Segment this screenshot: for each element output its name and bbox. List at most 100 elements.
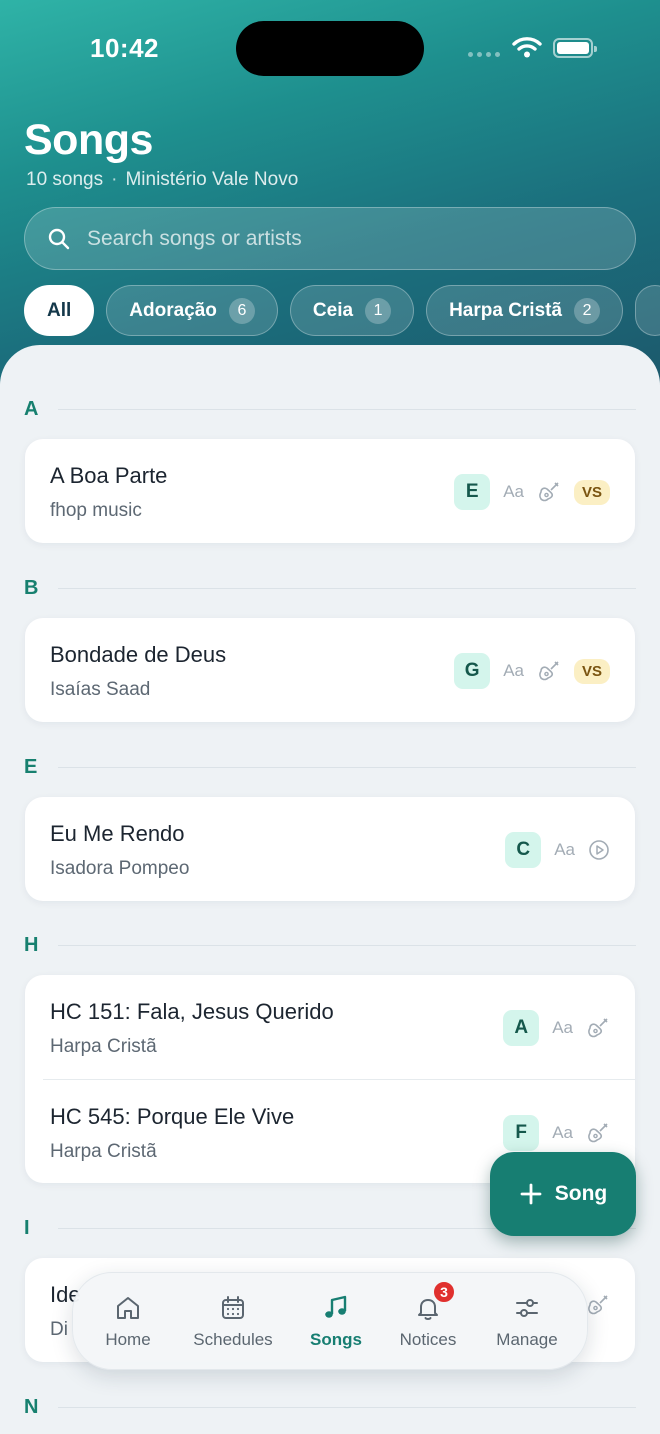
section-letter: E — [24, 756, 38, 778]
nav-item-schedules[interactable]: Schedules — [185, 1285, 281, 1359]
section-letter: H — [24, 934, 39, 956]
section-divider — [58, 588, 636, 589]
section-letter: I — [24, 1217, 30, 1239]
section-header-h: H — [24, 934, 636, 957]
song-artist: Isadora Pompeo — [50, 858, 190, 879]
home-icon — [117, 1297, 139, 1319]
song-meta: G Aa VS — [454, 653, 610, 689]
song-card: Bondade de Deus Isaías Saad G Aa VS — [25, 618, 635, 722]
song-title: HC 545: Porque Ele Vive — [50, 1104, 295, 1129]
song-meta: E Aa VS — [454, 474, 610, 510]
chip-count: 2 — [574, 297, 601, 324]
song-title: A Boa Parte — [50, 463, 168, 488]
nav-item-manage[interactable]: Manage — [489, 1285, 565, 1359]
section-letter: N — [24, 1396, 39, 1418]
status-time: 10:42 — [90, 33, 159, 63]
section-divider — [58, 409, 636, 410]
song-title: Bondade de Deus — [50, 642, 227, 667]
dynamic-island — [236, 21, 424, 76]
song-meta: F Aa — [503, 1115, 610, 1151]
song-title: Eu Me Rendo — [50, 821, 185, 846]
song-count: 10 songs — [26, 169, 104, 190]
key-badge: A — [503, 1010, 540, 1046]
add-song-button[interactable]: Song — [490, 1152, 636, 1236]
song-artist: Harpa Cristã — [50, 1141, 157, 1162]
cellular-signal-icon — [468, 52, 500, 57]
section-header-n: N — [24, 1396, 636, 1419]
section-divider — [58, 945, 636, 946]
lyrics-icon: Aa — [503, 482, 524, 501]
song-artist: Harpa Cristã — [50, 1036, 157, 1057]
chip-count: 6 — [228, 297, 255, 324]
vs-badge: VS — [573, 479, 610, 505]
guitar-icon — [588, 1018, 608, 1038]
song-row[interactable]: Bondade de Deus Isaías Saad G Aa VS — [25, 618, 635, 722]
song-card: Eu Me Rendo Isadora Pompeo C Aa — [25, 797, 635, 901]
chip-count: 1 — [365, 297, 392, 324]
filter-chip-more[interactable] — [635, 285, 660, 336]
filter-chip-ceia[interactable]: Ceia 1 — [289, 285, 415, 336]
key-badge: E — [454, 474, 491, 510]
battery-icon — [553, 38, 597, 58]
play-circle-icon — [589, 840, 609, 860]
key-badge: G — [454, 653, 491, 689]
guitar-icon — [588, 1123, 608, 1143]
chip-label: Harpa Cristã — [449, 299, 563, 321]
song-row[interactable]: Eu Me Rendo Isadora Pompeo C Aa — [25, 797, 635, 901]
section-divider — [58, 1407, 636, 1408]
lyrics-icon: Aa — [554, 840, 575, 859]
guitar-icon — [539, 482, 559, 502]
song-row[interactable]: HC 151: Fala, Jesus Querido Harpa Cristã… — [25, 975, 635, 1079]
sliders-icon — [516, 1299, 538, 1317]
nav-label: Songs — [310, 1330, 362, 1349]
nav-item-notices[interactable]: 3 Notices — [391, 1280, 465, 1359]
song-row[interactable]: A Boa Parte fhop music E Aa VS — [25, 439, 635, 543]
key-badge: F — [503, 1115, 540, 1151]
chip-label: Adoração — [129, 299, 217, 321]
subtitle-separator: · — [111, 169, 118, 190]
page-subtitle: 10 songs · Ministério Vale Novo — [26, 169, 298, 191]
lyrics-icon: Aa — [503, 661, 524, 680]
section-header-b: B — [24, 577, 636, 600]
calendar-icon — [222, 1296, 244, 1319]
chip-label: All — [47, 299, 72, 321]
guitar-icon — [588, 1295, 608, 1315]
notification-badge: 3 — [432, 1280, 456, 1304]
song-meta — [586, 1293, 610, 1317]
section-header-e: E — [24, 756, 636, 779]
vs-badge: VS — [573, 658, 610, 684]
nav-item-songs[interactable]: Songs — [293, 1285, 379, 1359]
section-header-a: A — [24, 398, 636, 421]
section-letter: A — [24, 398, 39, 420]
song-artist: Isaías Saad — [50, 679, 151, 700]
filter-chips: All Adoração 6 Ceia 1 Harpa Cristã 2 — [24, 285, 660, 336]
plus-icon — [520, 1183, 542, 1205]
song-card: A Boa Parte fhop music E Aa VS — [25, 439, 635, 543]
key-badge: C — [505, 832, 542, 868]
search-icon — [48, 228, 70, 249]
nav-label: Notices — [399, 1330, 457, 1349]
page-title: Songs — [24, 116, 153, 164]
nav-label: Schedules — [193, 1330, 273, 1349]
song-artist: Di — [50, 1319, 68, 1340]
song-artist: fhop music — [50, 500, 142, 521]
song-title: HC 151: Fala, Jesus Querido — [50, 999, 334, 1024]
lyrics-icon: Aa — [552, 1123, 573, 1142]
search-bar[interactable] — [24, 207, 636, 270]
nav-label: Manage — [496, 1330, 558, 1349]
nav-item-home[interactable]: Home — [91, 1285, 165, 1359]
add-song-label: Song — [554, 1182, 608, 1205]
lyrics-icon: Aa — [552, 1018, 573, 1037]
filter-chip-adoracao[interactable]: Adoração 6 — [106, 285, 278, 336]
filter-chip-harpa-crista[interactable]: Harpa Cristã 2 — [426, 285, 624, 336]
ministry-name: Ministério Vale Novo — [125, 169, 299, 190]
song-meta: C Aa — [505, 832, 610, 868]
guitar-icon — [539, 661, 559, 681]
filter-chip-all[interactable]: All — [24, 285, 95, 336]
section-letter: B — [24, 577, 39, 599]
music-note-icon — [325, 1295, 347, 1318]
section-divider — [58, 767, 636, 768]
search-input[interactable] — [87, 226, 567, 251]
wifi-icon — [512, 37, 542, 58]
song-meta: A Aa — [503, 1010, 610, 1046]
